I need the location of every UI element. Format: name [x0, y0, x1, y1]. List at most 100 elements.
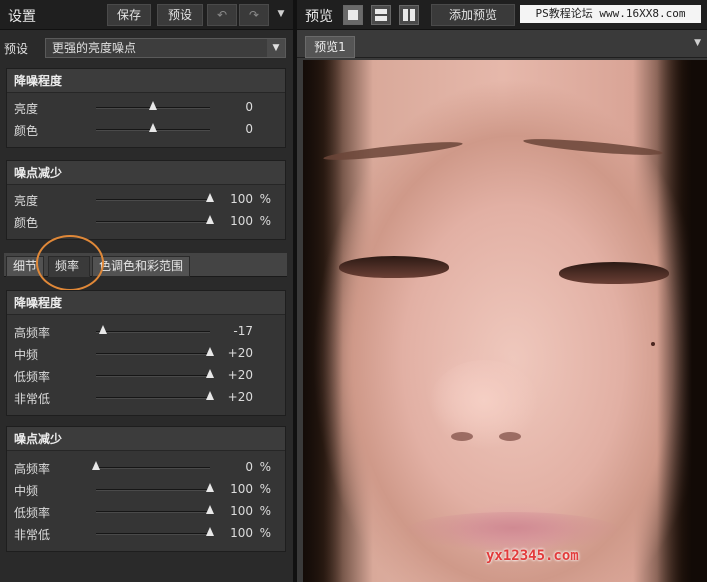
slider-label: 中频 — [14, 484, 39, 498]
slider-row: 颜色 100 % — [7, 211, 285, 233]
tab-preview-1[interactable]: 预览1 — [305, 36, 355, 58]
slider-track[interactable] — [96, 369, 214, 378]
save-button[interactable]: 保存 — [107, 4, 151, 26]
slider-label: 非常低 — [14, 392, 51, 406]
preset-select[interactable]: 更强的亮度噪点 ▼ — [45, 38, 286, 58]
slider-label: 高频率 — [14, 326, 51, 340]
split-vertical-icon[interactable] — [399, 5, 419, 25]
undo-icon[interactable]: ↶ — [207, 4, 237, 26]
settings-toolbar: 设置 保存 预设 ↶ ↷ ▼ — [0, 0, 293, 30]
slider-row: 高频率 0 % — [7, 457, 285, 479]
slider-value: +20 — [227, 368, 253, 382]
tabs-menu-icon[interactable]: ▼ — [694, 38, 701, 48]
slider-track[interactable] — [96, 347, 214, 356]
slider-unit: % — [259, 460, 271, 474]
settings-panel: 设置 保存 预设 ↶ ↷ ▼ 预设 更强的亮度噪点 ▼ 降噪程度 亮度 0 颜色… — [0, 0, 293, 582]
preset-button[interactable]: 预设 — [157, 4, 203, 26]
noise-reduce-section-top: 噪点减少 亮度 100 % 颜色 100 % — [6, 160, 286, 240]
split-pane-left — [403, 9, 408, 21]
watermark-bottom: yx12345.com — [486, 548, 579, 564]
slider-unit: % — [259, 504, 271, 518]
slider-value: -17 — [233, 324, 253, 338]
preview-panel: 预览 添加预览 PS教程论坛 www.16XX8.com 预览1 ▼ yx123… — [297, 0, 707, 582]
slider-unit: % — [259, 526, 271, 540]
split-pane-top — [375, 9, 387, 14]
slider-track[interactable] — [96, 193, 214, 202]
mole — [651, 342, 655, 346]
split-pane-bottom — [375, 16, 387, 21]
slider-thumb[interactable] — [98, 325, 107, 334]
slider-track[interactable] — [96, 391, 214, 400]
preset-row: 预设 更强的亮度噪点 ▼ — [0, 36, 293, 60]
slider-row: 亮度 0 — [7, 97, 285, 119]
section-title: 降噪程度 — [7, 69, 285, 93]
preset-label: 预设 — [4, 42, 29, 56]
slider-row: 颜色 0 — [7, 119, 285, 141]
tab-color-range[interactable]: 色调色和彩范围 — [92, 256, 190, 277]
slider-thumb[interactable] — [149, 101, 157, 110]
single-view-square — [348, 10, 358, 20]
split-horizontal-icon[interactable] — [371, 5, 391, 25]
slider-track[interactable] — [96, 215, 214, 224]
slider-label: 高频率 — [14, 462, 51, 476]
slider-row: 中频 100 % — [7, 479, 285, 501]
slider-label: 颜色 — [14, 124, 39, 138]
slider-track[interactable] — [92, 461, 210, 470]
lips — [403, 512, 623, 552]
add-preview-button[interactable]: 添加预览 — [431, 4, 515, 26]
slider-value: 100 — [230, 192, 253, 206]
section-title: 降噪程度 — [7, 291, 285, 315]
slider-label: 非常低 — [14, 528, 51, 542]
slider-row: 低频率 100 % — [7, 501, 285, 523]
slider-row: 非常低 +20 — [7, 387, 285, 409]
highlight-circle — [36, 235, 104, 291]
slider-row: 亮度 100 % — [7, 189, 285, 211]
slider-label: 低频率 — [14, 506, 51, 520]
slider-unit: % — [259, 482, 271, 496]
section-title: 噪点减少 — [7, 161, 285, 185]
slider-track[interactable] — [96, 527, 214, 536]
hair-right — [657, 60, 707, 582]
slider-value: 100 — [230, 482, 253, 496]
nostril-left — [451, 432, 473, 441]
watermark-top: PS教程论坛 www.16XX8.com — [520, 5, 701, 23]
slider-track[interactable] — [96, 325, 210, 334]
slider-value: 100 — [230, 526, 253, 540]
slider-value: 100 — [230, 214, 253, 228]
redo-icon[interactable]: ↷ — [239, 4, 269, 26]
slider-value: +20 — [227, 390, 253, 404]
slider-value: 100 — [230, 504, 253, 518]
slider-track[interactable] — [96, 505, 214, 514]
slider-row: 低频率 +20 — [7, 365, 285, 387]
chevron-down-icon[interactable]: ▼ — [267, 39, 285, 57]
slider-label: 亮度 — [14, 102, 39, 116]
preview-image[interactable]: yx12345.com — [303, 60, 707, 582]
slider-value: 0 — [245, 122, 253, 136]
eye-left — [339, 256, 449, 278]
slider-thumb[interactable] — [92, 461, 100, 470]
panel-menu-icon[interactable]: ▼ — [272, 4, 290, 26]
split-pane-right — [410, 9, 415, 21]
slider-unit: % — [259, 192, 271, 206]
eyebrow-right — [522, 135, 664, 159]
preview-toolbar: 预览 添加预览 PS教程论坛 www.16XX8.com — [297, 0, 707, 30]
slider-track[interactable] — [96, 123, 210, 132]
slider-row: 高频率 -17 — [7, 321, 285, 343]
hair-left — [303, 60, 343, 582]
preview-tabs: 预览1 ▼ — [297, 30, 707, 58]
slider-row: 非常低 100 % — [7, 523, 285, 545]
slider-label: 中频 — [14, 348, 39, 362]
slider-track[interactable] — [96, 101, 210, 110]
eye-right — [559, 262, 669, 284]
slider-label: 颜色 — [14, 216, 39, 230]
slider-value: 0 — [245, 100, 253, 114]
single-view-icon[interactable] — [343, 5, 363, 25]
slider-unit: % — [259, 214, 271, 228]
slider-track[interactable] — [96, 483, 214, 492]
preset-value: 更强的亮度噪点 — [52, 41, 137, 55]
slider-value: +20 — [227, 346, 253, 360]
settings-title: 设置 — [8, 9, 36, 25]
slider-thumb[interactable] — [149, 123, 157, 132]
noise-reduce-section-frequency: 噪点减少 高频率 0 % 中频 100 % 低频率 100 % 非常低 100 … — [6, 426, 286, 552]
slider-label: 亮度 — [14, 194, 39, 208]
